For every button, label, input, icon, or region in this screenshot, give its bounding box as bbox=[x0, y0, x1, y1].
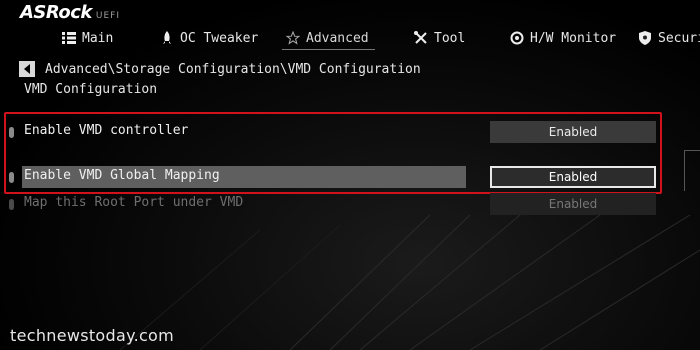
tab-tool[interactable]: Tool bbox=[414, 26, 465, 50]
tab-security-label: Securit bbox=[658, 30, 700, 46]
tab-oc-tweaker-label: OC Tweaker bbox=[180, 30, 259, 46]
tab-main-label: Main bbox=[82, 30, 114, 46]
setting-row-map-root-port[interactable]: Map this Root Port under VMD Enabled bbox=[8, 193, 658, 215]
setting-value-dropdown[interactable]: Enabled bbox=[490, 166, 656, 188]
setting-label: Enable VMD controller bbox=[24, 123, 189, 138]
rocket-icon bbox=[160, 31, 174, 45]
setting-row-vmd-global-mapping[interactable]: Enable VMD Global Mapping Enabled bbox=[8, 166, 658, 188]
list-icon bbox=[62, 31, 76, 45]
main-tabs: Main OC Tweaker Advanced Tool H/W Monito… bbox=[0, 26, 700, 50]
brand-sub: UEFI bbox=[95, 11, 120, 21]
tools-icon bbox=[414, 31, 428, 45]
brand-name: ASRock bbox=[20, 2, 92, 23]
setting-value-dropdown[interactable]: Enabled bbox=[490, 121, 656, 143]
monitor-icon bbox=[510, 31, 524, 45]
setting-label: Enable VMD Global Mapping bbox=[24, 168, 220, 183]
star-icon bbox=[286, 31, 300, 45]
breadcrumb: Advanced\Storage Configuration\VMD Confi… bbox=[19, 60, 421, 78]
bullet-icon bbox=[9, 199, 14, 210]
security-icon bbox=[638, 31, 652, 45]
back-button[interactable] bbox=[19, 61, 35, 77]
tab-hw-monitor-label: H/W Monitor bbox=[530, 30, 617, 46]
scrollbar[interactable] bbox=[684, 150, 700, 191]
tab-advanced-label: Advanced bbox=[306, 30, 369, 46]
brand-logo: ASRock UEFI bbox=[20, 2, 120, 28]
tab-security[interactable]: Securit bbox=[638, 26, 700, 50]
back-arrow-icon bbox=[24, 64, 30, 74]
setting-value-dropdown[interactable]: Enabled bbox=[490, 193, 656, 215]
page-title: VMD Configuration bbox=[24, 82, 158, 97]
setting-row-vmd-controller[interactable]: Enable VMD controller Enabled bbox=[8, 121, 658, 143]
bullet-icon bbox=[9, 172, 14, 183]
tab-oc-tweaker[interactable]: OC Tweaker bbox=[160, 26, 258, 50]
tab-tool-label: Tool bbox=[434, 30, 466, 46]
setting-label: Map this Root Port under VMD bbox=[24, 195, 244, 210]
breadcrumb-path: Advanced\Storage Configuration\VMD Confi… bbox=[45, 61, 421, 77]
tab-hw-monitor[interactable]: H/W Monitor bbox=[510, 26, 616, 50]
watermark: technewstoday.com bbox=[10, 326, 175, 345]
tab-advanced[interactable]: Advanced bbox=[282, 26, 375, 50]
bullet-icon bbox=[9, 127, 14, 138]
tab-main[interactable]: Main bbox=[62, 26, 113, 50]
